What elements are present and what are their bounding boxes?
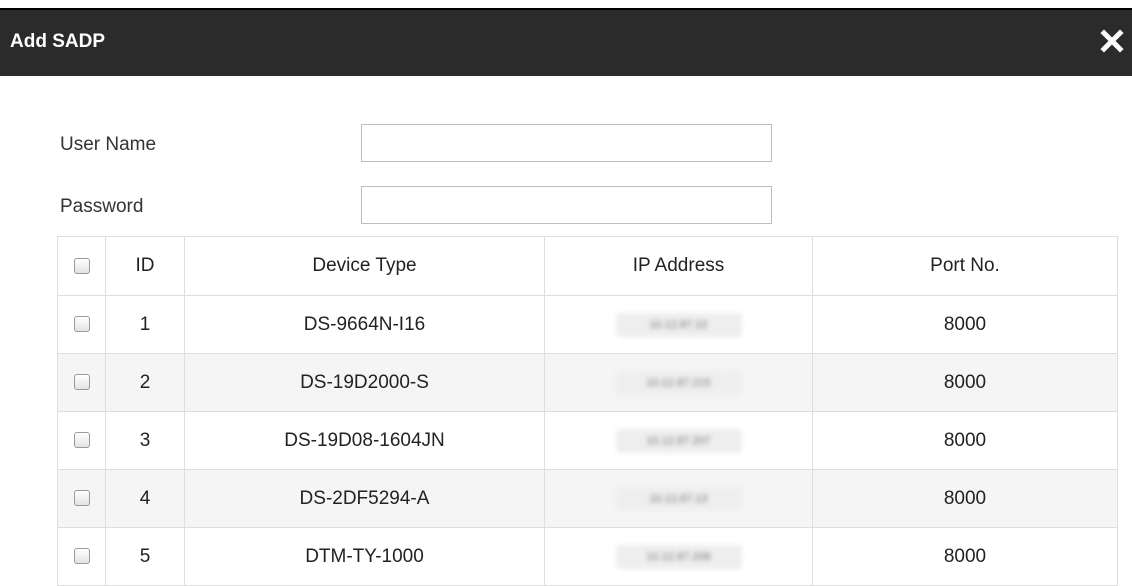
ip-address-blurred: 10.12.87.215 — [615, 370, 742, 395]
select-all-checkbox[interactable] — [73, 257, 90, 274]
cell-ip-address: 10.12.87.208 — [544, 527, 813, 586]
header-ip-address: IP Address — [544, 236, 813, 296]
header-device-type: Device Type — [184, 236, 545, 296]
row-checkbox[interactable] — [73, 316, 90, 333]
dialog-title: Add SADP — [10, 31, 105, 52]
close-button[interactable] — [1097, 26, 1127, 56]
dialog-title-bar: Add SADP — [0, 8, 1132, 76]
cell-port: 8000 — [812, 469, 1118, 528]
table-header-row: ID Device Type IP Address Port No. — [57, 236, 1118, 296]
header-id: ID — [105, 236, 185, 296]
ip-address-blurred: 10.12.87.207 — [615, 428, 742, 453]
row-checkbox-cell — [57, 527, 106, 586]
cell-id: 1 — [105, 295, 185, 354]
table-row[interactable]: 2 DS-19D2000-S 10.12.87.215 8000 — [57, 353, 1118, 412]
row-checkbox[interactable] — [73, 490, 90, 507]
row-checkbox[interactable] — [73, 432, 90, 449]
row-checkbox-cell — [57, 295, 106, 354]
cell-port: 8000 — [812, 411, 1118, 470]
cell-ip-address: 10.12.87.13 — [544, 469, 813, 528]
cell-device-type: DS-9664N-I16 — [184, 295, 545, 354]
top-strip — [0, 0, 1132, 8]
table-row[interactable]: 3 DS-19D08-1604JN 10.12.87.207 8000 — [57, 411, 1118, 470]
cell-device-type: DS-19D2000-S — [184, 353, 545, 412]
table-row[interactable]: 4 DS-2DF5294-A 10.12.87.13 8000 — [57, 469, 1118, 528]
table-row[interactable]: 5 DTM-TY-1000 10.12.87.208 8000 — [57, 527, 1118, 586]
cell-port: 8000 — [812, 353, 1118, 412]
add-sadp-dialog: Add SADP User Name Password ID Device Ty… — [0, 0, 1132, 586]
username-input[interactable] — [361, 124, 772, 162]
password-label: Password — [60, 196, 144, 217]
table-row[interactable]: 1 DS-9664N-I16 10.12.87.22 8000 — [57, 295, 1118, 354]
password-input[interactable] — [361, 186, 772, 224]
cell-port: 8000 — [812, 527, 1118, 586]
row-checkbox[interactable] — [73, 548, 90, 565]
header-port: Port No. — [812, 236, 1118, 296]
ip-address-blurred: 10.12.87.13 — [615, 486, 742, 511]
username-label: User Name — [60, 134, 157, 155]
cell-ip-address: 10.12.87.207 — [544, 411, 813, 470]
cell-ip-address: 10.12.87.215 — [544, 353, 813, 412]
cell-id: 2 — [105, 353, 185, 412]
cell-device-type: DS-19D08-1604JN — [184, 411, 545, 470]
ip-address-blurred: 10.12.87.208 — [615, 544, 742, 569]
cell-id: 3 — [105, 411, 185, 470]
cell-id: 5 — [105, 527, 185, 586]
header-select-all-cell — [57, 236, 106, 296]
row-checkbox-cell — [57, 469, 106, 528]
cell-port: 8000 — [812, 295, 1118, 354]
cell-device-type: DS-2DF5294-A — [184, 469, 545, 528]
device-table: ID Device Type IP Address Port No. 1 DS-… — [57, 236, 1118, 586]
cell-ip-address: 10.12.87.22 — [544, 295, 813, 354]
ip-address-blurred: 10.12.87.22 — [615, 312, 742, 337]
cell-device-type: DTM-TY-1000 — [184, 527, 545, 586]
row-checkbox-cell — [57, 411, 106, 470]
row-checkbox-cell — [57, 353, 106, 412]
row-checkbox[interactable] — [73, 374, 90, 391]
cell-id: 4 — [105, 469, 185, 528]
close-icon — [1100, 29, 1124, 53]
